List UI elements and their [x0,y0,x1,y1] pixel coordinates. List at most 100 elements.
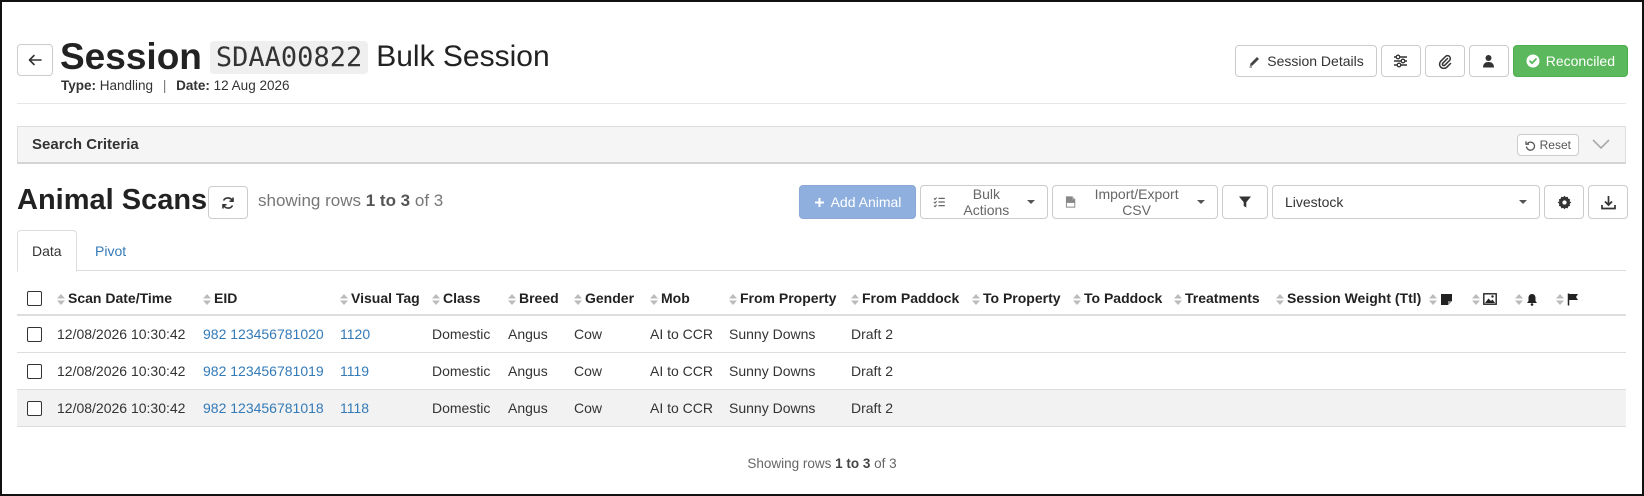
settings-button[interactable] [1544,185,1584,219]
column-label: From Property [740,290,837,306]
tab-data[interactable]: Data [17,230,77,272]
sort-icon [1556,293,1565,305]
cell-to-property [968,389,1069,427]
cell-gender: Cow [570,315,646,353]
cell-breed: Angus [504,315,570,353]
cell-mob: AI to CCR [646,315,725,353]
refresh-icon [222,196,234,209]
column-header-mob[interactable]: Mob [646,282,725,316]
cell-from-paddock: Draft 2 [847,352,968,390]
cell-alerts [1511,389,1553,427]
column-header-images[interactable] [1468,282,1512,316]
column-header-treatments[interactable]: Treatments [1170,282,1272,316]
paperclip-icon [1438,54,1451,69]
column-header-notes[interactable] [1425,282,1469,316]
cell-from-property: Sunny Downs [725,315,847,353]
cell-alerts [1511,352,1553,390]
tab-pivot[interactable]: Pivot [81,230,140,271]
download-icon [1600,195,1616,209]
back-button[interactable] [17,44,53,76]
column-header-scan-datetime[interactable]: Scan Date/Time [53,282,199,316]
column-header-from-property[interactable]: From Property [725,282,847,316]
table-row[interactable]: 12/08/2026 10:30:42 982 123456781018 111… [17,389,1626,427]
column-header-from-paddock[interactable]: From Paddock [847,282,968,316]
chevron-down-icon[interactable] [1591,137,1611,151]
column-header-visual-tag[interactable]: Visual Tag [336,282,428,316]
note-icon [1441,293,1453,305]
cell-breed: Angus [504,352,570,390]
cell-scan-datetime: 12/08/2026 10:30:42 [53,389,199,427]
session-kind: Bulk Session [376,40,550,73]
meta-separator: | [162,78,167,93]
sort-icon [1276,293,1284,305]
cell-to-property [968,315,1069,353]
add-animal-button[interactable]: Add Animal [799,185,916,219]
column-header-class[interactable]: Class [428,282,504,316]
livestock-select[interactable]: Livestock [1272,185,1540,219]
table-row[interactable]: 12/08/2026 10:30:42 982 123456781019 111… [17,352,1626,390]
cell-flags [1552,352,1626,390]
cell-eid-link[interactable]: 982 123456781019 [199,352,336,390]
attachments-button[interactable] [1424,45,1465,77]
download-button[interactable] [1588,185,1628,219]
sort-icon [650,293,658,305]
showing-range: 1 to 3 [365,191,411,210]
showing-rows-text: showing rows 1 to 3 of 3 [258,191,443,211]
cell-eid-link[interactable]: 982 123456781020 [199,315,336,353]
import-export-button[interactable]: Import/Export CSV [1052,185,1218,219]
cell-class: Domestic [428,352,504,390]
cell-session-weight [1272,389,1426,427]
caret-down-icon [1027,200,1035,204]
row-checkbox[interactable] [27,327,42,343]
cell-to-paddock [1069,389,1170,427]
select-all-checkbox[interactable] [27,291,42,307]
date-label: Date: [176,78,210,93]
column-header-eid[interactable]: EID [199,282,336,316]
sort-icon [574,293,582,305]
table-footer-status: Showing rows 1 to 3 of 3 [0,456,1644,471]
sort-icon [729,293,737,305]
cell-visual-tag-link[interactable]: 1120 [336,315,428,353]
showing-suffix: of 3 [414,191,444,210]
reconciled-button[interactable]: Reconciled [1512,45,1628,77]
import-export-label: Import/Export CSV [1094,186,1179,218]
cell-visual-tag-link[interactable]: 1119 [336,352,428,390]
cell-images [1468,352,1512,390]
pencil-icon [1249,56,1260,67]
cell-session-weight [1272,315,1426,353]
cell-eid-link[interactable]: 982 123456781018 [199,389,336,427]
reset-button[interactable]: Reset [1516,134,1579,156]
footer-range: 1 to 3 [835,456,871,471]
column-header-breed[interactable]: Breed [504,282,570,316]
cell-session-weight [1272,352,1426,390]
column-label: To Paddock [1084,290,1163,306]
row-checkbox[interactable] [27,363,42,379]
column-header-gender[interactable]: Gender [570,282,646,316]
table-row[interactable]: 12/08/2026 10:30:42 982 123456781020 112… [17,315,1626,353]
table-header-row: Scan Date/Time EID Visual Tag Class Bree… [17,282,1626,316]
bulk-actions-button[interactable]: Bulk Actions [920,185,1048,219]
column-header-session-weight[interactable]: Session Weight (Ttl) [1272,282,1426,316]
row-select-cell [17,315,53,353]
filter-button[interactable] [1222,185,1268,219]
column-label: Gender [585,290,635,306]
refresh-button[interactable] [208,186,248,219]
cell-visual-tag-link[interactable]: 1118 [336,389,428,427]
session-details-label: Session Details [1267,53,1364,69]
column-header-alerts[interactable] [1511,282,1553,316]
search-criteria-panel[interactable]: Search Criteria Reset [17,126,1626,164]
cell-scan-datetime: 12/08/2026 10:30:42 [53,315,199,353]
session-details-button[interactable]: Session Details [1235,45,1377,77]
column-header-flags[interactable] [1552,282,1626,316]
sort-icon [1073,293,1081,305]
row-checkbox[interactable] [27,400,42,416]
column-header-to-property[interactable]: To Property [968,282,1069,316]
select-all-header [17,282,53,316]
column-header-to-paddock[interactable]: To Paddock [1069,282,1170,316]
sort-icon [203,293,211,305]
settings-sliders-button[interactable] [1380,45,1421,77]
cell-treatments [1170,389,1272,427]
cell-from-paddock: Draft 2 [847,389,968,427]
cell-images [1468,389,1512,427]
user-button[interactable] [1468,45,1509,77]
